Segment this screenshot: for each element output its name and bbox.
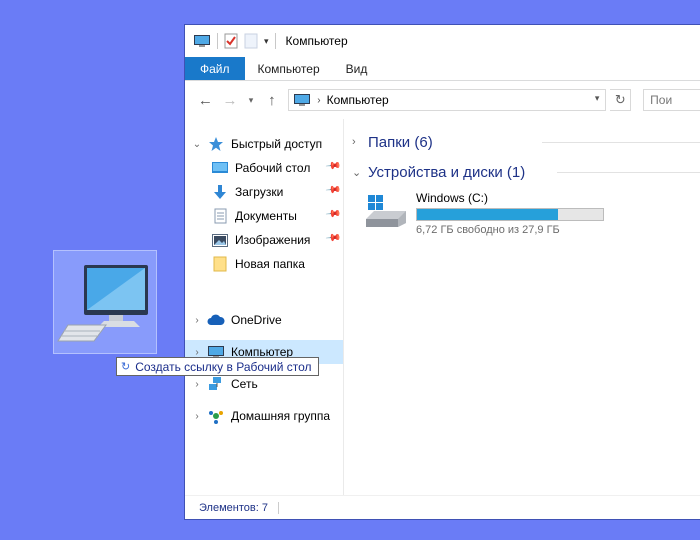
search-input[interactable]: Пои	[643, 89, 700, 111]
nav-item-label: Сеть	[231, 377, 258, 391]
properties-icon[interactable]	[224, 33, 238, 49]
explorer-window: ▾ Компьютер Файл Компьютер Вид ← → ▾ ↑ ›…	[184, 24, 700, 520]
shortcut-arrow-icon: ↻	[121, 361, 131, 373]
tooltip-text: Создать ссылку в Рабочий стол	[135, 359, 312, 374]
nav-item-label: Новая папка	[235, 257, 305, 271]
cloud-icon	[207, 312, 225, 328]
group-divider	[542, 142, 700, 143]
toolbar-separator	[217, 33, 218, 49]
nav-item-label: Документы	[235, 209, 297, 223]
nav-item-label: Домашняя группа	[231, 409, 331, 423]
toolbar-separator	[274, 33, 276, 49]
folder-icon	[211, 256, 229, 272]
window-title: Компьютер	[285, 34, 348, 48]
expanded-chevron-icon[interactable]: ⌄	[187, 139, 207, 150]
nav-item-label: Рабочий стол	[235, 161, 311, 175]
recent-locations-chevron-icon[interactable]: ▾	[244, 89, 257, 111]
ribbon-tabs: Файл Компьютер Вид	[185, 57, 700, 81]
back-arrow-icon[interactable]: ←	[195, 89, 216, 111]
nav-item-label: Загрузки	[235, 185, 284, 199]
nav-item-onedrive[interactable]: › OneDrive	[185, 308, 343, 332]
address-bar: ← → ▾ ↑ › Компьютер ▾ ↻ Пои	[185, 81, 700, 119]
nav-item-label: Изображения	[235, 233, 311, 247]
tab-file[interactable]: Файл	[185, 57, 245, 80]
tab-computer[interactable]: Компьютер	[245, 57, 333, 80]
nav-item-label: Быстрый доступ	[231, 137, 323, 151]
breadcrumb-chevron-icon[interactable]: ›	[317, 95, 320, 106]
pin-icon[interactable]: 📌	[324, 182, 341, 198]
address-path[interactable]: Компьютер	[327, 93, 389, 107]
nav-item-downloads[interactable]: Загрузки 📌	[185, 180, 343, 204]
forward-arrow-icon[interactable]: →	[220, 89, 241, 111]
nav-item-desktop[interactable]: Рабочий стол 📌	[185, 156, 343, 180]
drive-free-space: 6,72 ГБ свободно из 27,9 ГБ	[416, 224, 560, 236]
network-icon	[207, 376, 225, 392]
address-field[interactable]: › Компьютер ▾	[288, 89, 607, 111]
computer-icon	[194, 35, 210, 47]
group-header-label: Папки (6)	[368, 133, 433, 151]
collapsed-chevron-icon[interactable]: ›	[187, 411, 207, 422]
collapsed-chevron-icon[interactable]: ›	[187, 379, 207, 390]
star-icon	[207, 136, 225, 152]
collapsed-chevron-icon[interactable]: ›	[352, 136, 362, 148]
group-divider	[557, 172, 700, 173]
expanded-chevron-icon[interactable]: ⌄	[352, 166, 362, 179]
desktop-icon	[211, 160, 229, 176]
drive-usage-fill	[417, 209, 559, 220]
item-count: Элементов: 7	[199, 501, 268, 514]
status-separator	[277, 501, 279, 514]
dragged-computer-icon[interactable]	[53, 250, 157, 354]
nav-item-new-folder[interactable]: Новая папка	[185, 252, 343, 276]
title-bar: ▾ Компьютер	[185, 25, 700, 57]
computer-icon	[57, 265, 148, 342]
download-arrow-icon	[211, 184, 229, 200]
group-header-devices[interactable]: ⌄ Устройства и диски (1)	[352, 157, 700, 187]
new-folder-icon[interactable]	[244, 33, 258, 49]
main-panes: ⌄ Быстрый доступ Рабочий стол 📌 Загрузки…	[185, 119, 700, 495]
collapsed-chevron-icon[interactable]: ›	[187, 315, 207, 326]
drive-icon	[364, 191, 408, 231]
pin-icon[interactable]: 📌	[324, 158, 341, 174]
pin-icon[interactable]: 📌	[324, 230, 341, 246]
quick-access-toolbar: ▾	[193, 33, 276, 49]
nav-item-label: OneDrive	[231, 313, 282, 327]
nav-item-quick-access[interactable]: ⌄ Быстрый доступ	[185, 132, 343, 156]
navigation-pane: ⌄ Быстрый доступ Рабочий стол 📌 Загрузки…	[185, 119, 344, 495]
drive-item[interactable]: Windows (C:) 6,72 ГБ свободно из 27,9 ГБ	[364, 191, 700, 239]
customize-toolbar-icon[interactable]: ▾	[264, 36, 269, 47]
tab-view[interactable]: Вид	[333, 57, 381, 80]
homegroup-icon	[207, 408, 225, 424]
up-arrow-icon[interactable]: ↑	[262, 89, 283, 111]
pictures-icon	[211, 232, 229, 248]
address-dropdown-icon[interactable]: ▾	[595, 93, 600, 104]
refresh-icon[interactable]: ↻	[610, 89, 632, 111]
nav-item-homegroup[interactable]: › Домашняя группа	[185, 404, 343, 428]
group-header-folders[interactable]: › Папки (6)	[352, 127, 700, 157]
nav-item-documents[interactable]: Документы 📌	[185, 204, 343, 228]
drag-tooltip: ↻ Создать ссылку в Рабочий стол	[116, 357, 319, 376]
drive-usage-bar	[416, 208, 604, 221]
pin-icon[interactable]: 📌	[324, 206, 341, 222]
computer-icon	[294, 94, 311, 106]
documents-icon	[211, 208, 229, 224]
group-header-label: Устройства и диски (1)	[368, 163, 526, 181]
content-pane: › Папки (6) ⌄ Устройства и диски (1) Win…	[344, 119, 700, 495]
status-bar: Элементов: 7	[185, 495, 700, 519]
collapsed-chevron-icon[interactable]: ›	[187, 347, 207, 358]
drive-name: Windows (C:)	[416, 191, 489, 205]
nav-item-pictures[interactable]: Изображения 📌	[185, 228, 343, 252]
